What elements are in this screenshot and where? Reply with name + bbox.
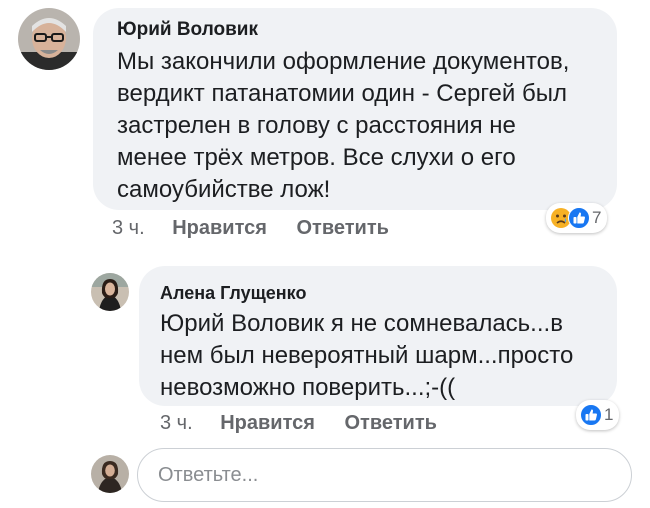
- like-icon: [580, 404, 602, 426]
- comment-text-2-line-2: нем был невероятный шарм...просто: [160, 342, 574, 369]
- reply-button-1[interactable]: Ответить: [296, 217, 388, 239]
- comment-meta-2: 3 ч. Нравится Ответить: [160, 412, 437, 435]
- comment-text-1-line-4: менее трёх метров. Все слухи о его: [117, 144, 516, 171]
- comment-author-2[interactable]: Алена Глущенко: [160, 283, 306, 304]
- reaction-count-2: 1: [604, 405, 614, 424]
- comment-time-2[interactable]: 3 ч.: [160, 412, 193, 434]
- reactions-1[interactable]: 7: [546, 203, 608, 233]
- like-icon: [568, 207, 590, 229]
- like-button-2[interactable]: Нравится: [220, 412, 315, 434]
- comment-text-1-line-5: самоубийстве лож!: [117, 176, 331, 203]
- comment-author-1[interactable]: Юрий Воловик: [117, 19, 258, 41]
- avatar-current-user-image: [91, 455, 129, 493]
- reply-box: [137, 448, 632, 502]
- reaction-count-1: 7: [592, 208, 602, 227]
- reply-button-2[interactable]: Ответить: [344, 412, 436, 434]
- comment-text-1-line-1: Мы закончили оформление документов,: [117, 48, 570, 75]
- comment-time-1[interactable]: 3 ч.: [112, 217, 145, 239]
- avatar-yuri[interactable]: [18, 8, 80, 70]
- comment-text-1-line-3: застрелен в голову с расстояния не: [117, 112, 516, 139]
- comment-text-2-line-3: невозможно поверить...;-((: [160, 374, 456, 401]
- avatar-current-user: [91, 455, 129, 493]
- comment-text-1-line-2: вердикт патанатомии один - Сергей был: [117, 80, 567, 107]
- reply-input[interactable]: [138, 449, 631, 501]
- comment-meta-1: 3 ч. Нравится Ответить: [112, 217, 389, 240]
- reactions-2[interactable]: 1: [576, 400, 620, 430]
- like-button-1[interactable]: Нравится: [172, 217, 267, 239]
- avatar-alena[interactable]: [91, 273, 129, 311]
- avatar-alena-image: [91, 273, 129, 311]
- comment-text-2-line-1: Юрий Воловик я не сомневалась...в: [160, 310, 563, 337]
- avatar-yuri-image: [18, 8, 80, 70]
